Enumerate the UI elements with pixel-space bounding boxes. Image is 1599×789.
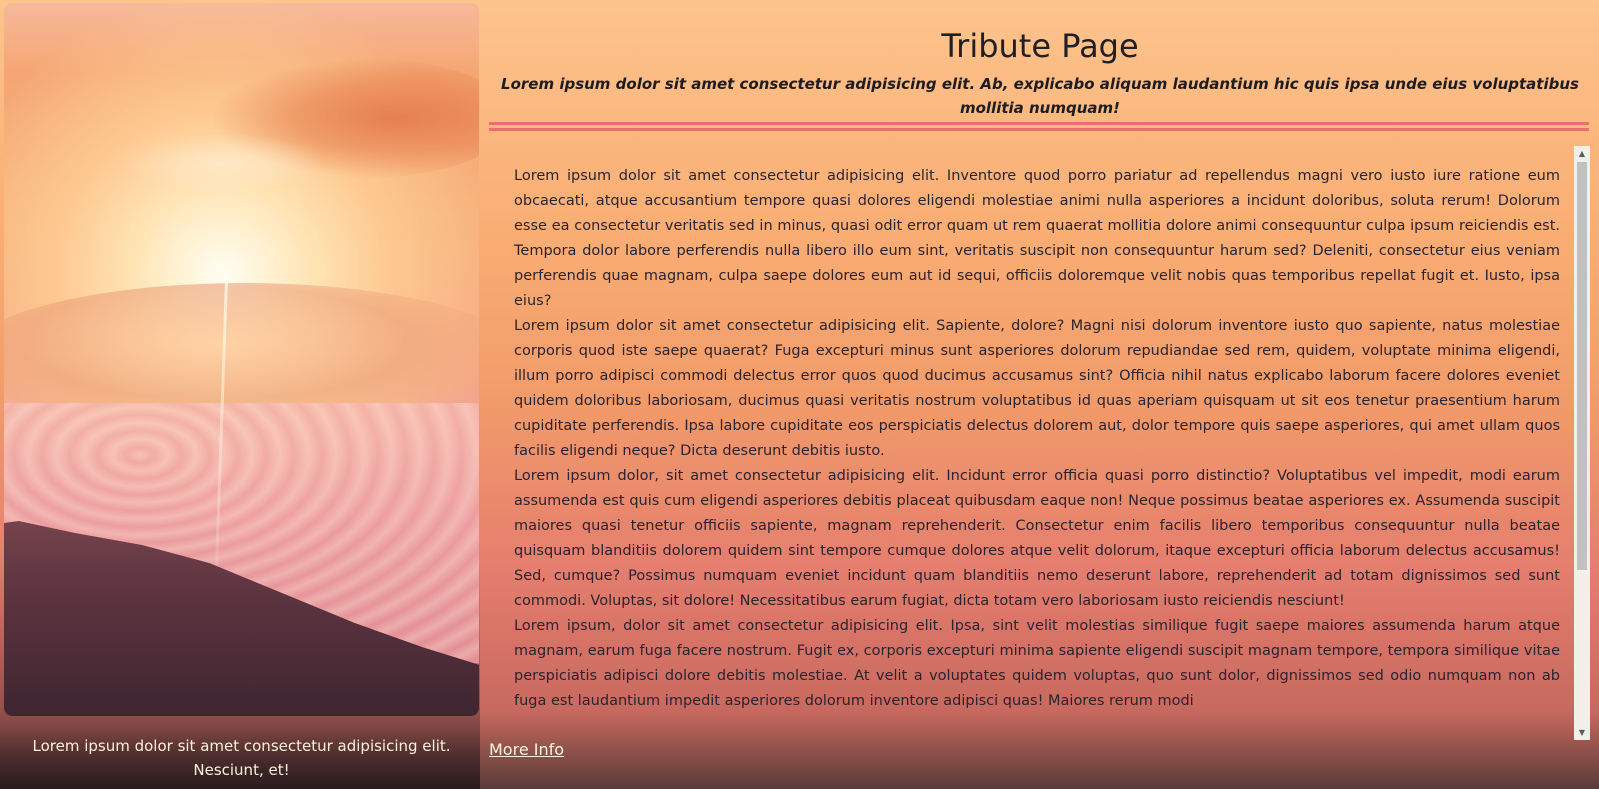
vertical-scrollbar[interactable]: ▲ ▼ <box>1574 146 1590 740</box>
paragraph-2: Lorem ipsum dolor sit amet consectetur a… <box>514 318 1560 459</box>
figure-column: Lorem ipsum dolor sit amet consectetur a… <box>0 0 480 789</box>
text-container[interactable]: Lorem ipsum dolor sit amet consectetur a… <box>489 146 1590 740</box>
page-subtitle: Lorem ipsum dolor sit amet consectetur a… <box>501 75 1579 117</box>
tribute-page: Lorem ipsum dolor sit amet consectetur a… <box>0 0 1599 789</box>
figure-caption: Lorem ipsum dolor sit amet consectetur a… <box>32 737 451 779</box>
scroll-down-icon[interactable]: ▼ <box>1574 725 1590 740</box>
text-scroll-area[interactable]: Lorem ipsum dolor sit amet consectetur a… <box>489 146 1574 740</box>
divider-bottom <box>489 128 1589 131</box>
paragraph-4: Lorem ipsum, dolor sit amet consectetur … <box>514 618 1560 709</box>
scroll-up-icon[interactable]: ▲ <box>1574 146 1590 161</box>
more-info-link[interactable]: More Info <box>489 740 564 759</box>
scrollbar-thumb[interactable] <box>1577 162 1587 570</box>
divider-top <box>489 122 1589 125</box>
paragraph-1: Lorem ipsum dolor sit amet consectetur a… <box>514 168 1560 309</box>
content-column: Tribute Page Lorem ipsum dolor sit amet … <box>489 0 1591 789</box>
paragraph-3: Lorem ipsum dolor, sit amet consectetur … <box>514 468 1560 609</box>
photo-cloud-glow <box>124 133 324 193</box>
page-title: Tribute Page <box>941 27 1139 65</box>
sunset-photo <box>4 3 479 716</box>
